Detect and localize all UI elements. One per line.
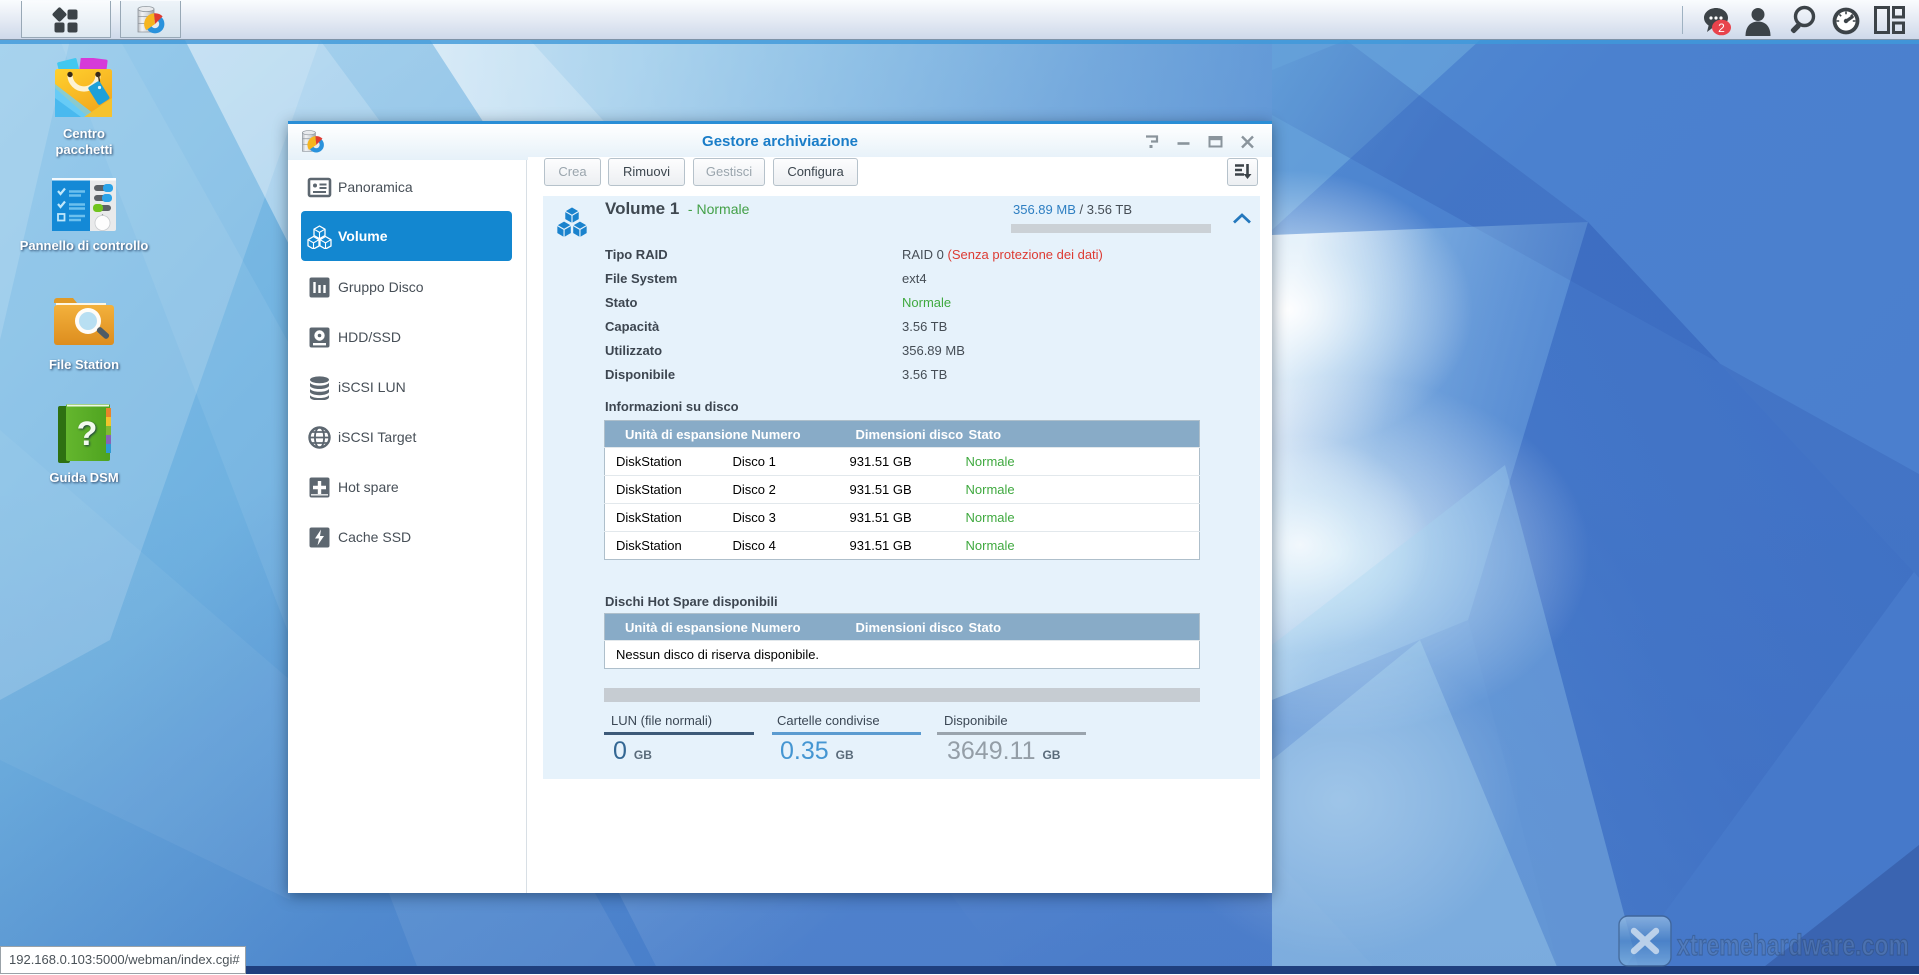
svg-text:?: ?	[76, 415, 97, 453]
svg-text:2: 2	[1718, 21, 1725, 35]
svg-text:xtremehardware.com: xtremehardware.com	[1677, 929, 1909, 962]
